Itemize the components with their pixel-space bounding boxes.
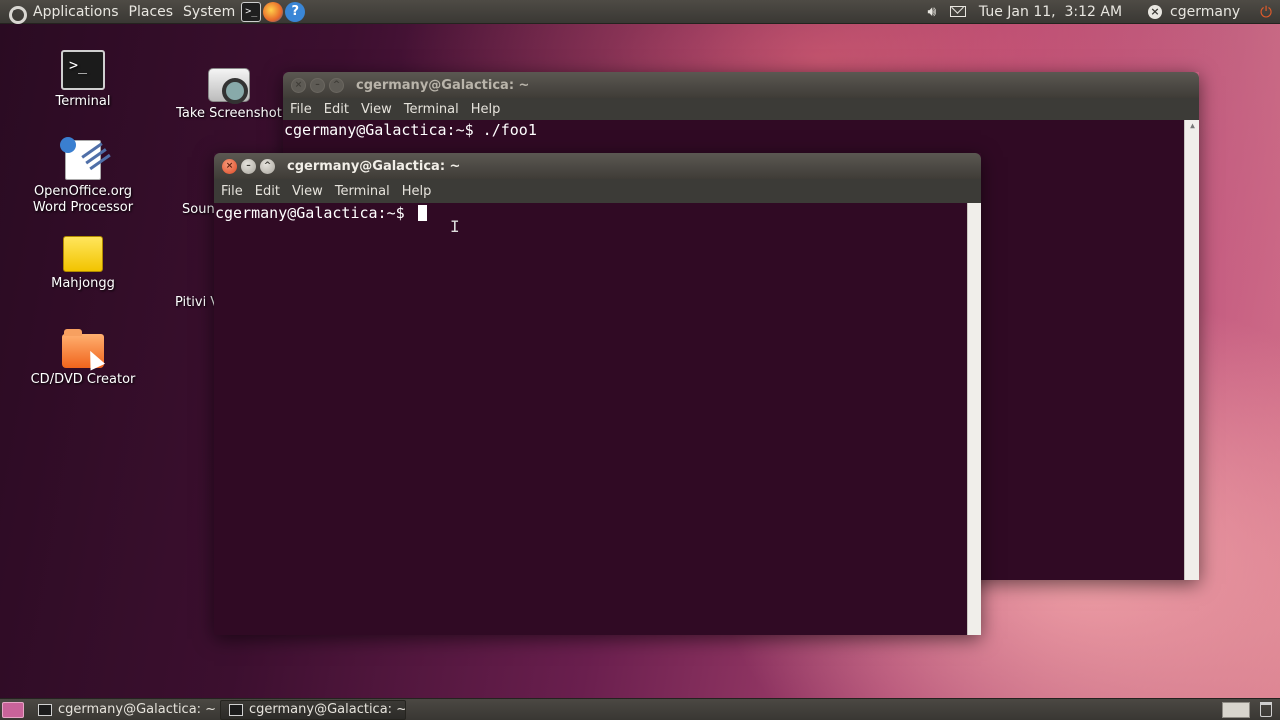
top-panel: Applications Places System >_ ? 🔊︎ Tue J… (0, 0, 1280, 24)
terminal-icon (38, 703, 52, 716)
maximize-button[interactable]: ^ (329, 77, 344, 93)
terminal-icon: >_ (61, 50, 105, 90)
mail-icon (949, 6, 966, 17)
menu-view[interactable]: View (355, 102, 398, 117)
terminal-prompt: cgermany@Galactica:~$ (215, 204, 414, 222)
window-buttons: × – ^ (291, 77, 344, 93)
taskbar-item-2[interactable]: cgermany@Galactica: ~ (220, 699, 406, 720)
terminal-window-front[interactable]: × – ^ cgermany@Galactica: ~ File Edit Vi… (214, 153, 981, 635)
desktop-icon-cd-dvd-creator[interactable]: CD/DVD Creator (18, 329, 148, 388)
terminal-output[interactable]: cgermany@Galactica:~$ I (214, 203, 981, 635)
mahjongg-icon (63, 236, 103, 272)
maximize-button[interactable]: ^ (260, 158, 275, 174)
minimize-button[interactable]: – (241, 158, 256, 174)
menu-edit[interactable]: Edit (318, 102, 355, 117)
desktop-icon-label: Mahjongg (51, 276, 115, 291)
vertical-scrollbar[interactable]: ▲ (1184, 120, 1199, 580)
system-menu[interactable]: System (178, 0, 240, 24)
desktop-icon-mahjongg[interactable]: Mahjongg (18, 236, 148, 292)
mouse-ibeam-cursor: I (450, 217, 460, 236)
applications-menu[interactable]: Applications (28, 0, 124, 24)
menu-help[interactable]: Help (396, 184, 438, 199)
window-titlebar[interactable]: × – ^ cgermany@Galactica: ~ (214, 153, 981, 179)
terminal-prompt-line: cgermany@Galactica:~$ (214, 203, 981, 224)
indicator-area: 🔊︎ Tue Jan 11, 3:12 AM × cgermany ⏻ (923, 3, 1280, 21)
menu-file[interactable]: File (215, 184, 249, 199)
terminal-icon (229, 703, 243, 716)
window-menubar: File Edit View Terminal Help (214, 179, 981, 203)
window-buttons: × – ^ (222, 158, 275, 174)
taskbar-item-1[interactable]: cgermany@Galactica: ~ (30, 700, 216, 720)
scroll-up-icon[interactable]: ▲ (1185, 120, 1199, 132)
window-title: cgermany@Galactica: ~ (356, 77, 530, 93)
terminal-line: cgermany@Galactica:~$ ./foo1 (284, 121, 537, 139)
camera-icon (208, 68, 250, 104)
show-desktop-icon[interactable] (2, 701, 24, 718)
desktop-icon-word-processor[interactable]: OpenOffice.org Word Processor (18, 137, 148, 216)
user-icon: × (1148, 4, 1163, 19)
window-titlebar[interactable]: × – ^ cgermany@Galactica: ~ (283, 72, 1199, 98)
desktop-icon-label: OpenOffice.org Word Processor (32, 184, 134, 215)
power-icon[interactable]: ⏻ (1260, 3, 1272, 21)
close-button[interactable]: × (222, 158, 237, 174)
desktop-icon-terminal[interactable]: >_ Terminal (18, 50, 148, 110)
places-menu[interactable]: Places (124, 0, 179, 24)
desktop-icon-label: Terminal (55, 94, 111, 109)
menu-file[interactable]: File (284, 102, 318, 117)
volume-icon[interactable]: 🔊︎ (923, 3, 941, 21)
firefox-launcher-icon[interactable] (263, 1, 284, 22)
bottom-panel: cgermany@Galactica: ~ cgermany@Galactica… (0, 698, 1280, 720)
desktop-icon-label: Take Screenshot (176, 106, 282, 121)
terminal-launcher-icon[interactable]: >_ (241, 1, 262, 22)
help-launcher-icon[interactable]: ? (285, 1, 306, 22)
workspace-switcher[interactable] (1222, 701, 1250, 718)
minimize-button[interactable]: – (310, 77, 325, 93)
bottom-panel-right (1222, 701, 1280, 718)
cd-creator-folder-icon (62, 329, 104, 368)
clock[interactable]: Tue Jan 11, 3:12 AM (979, 4, 1122, 20)
desktop-icon-sound-partial[interactable]: Soun (182, 202, 215, 217)
menu-edit[interactable]: Edit (249, 184, 286, 199)
word-processor-icon (60, 137, 101, 180)
window-menubar: File Edit View Terminal Help (283, 98, 1199, 120)
desktop-icon-take-screenshot[interactable]: Take Screenshot (164, 68, 294, 122)
menu-terminal[interactable]: Terminal (398, 102, 465, 117)
ubuntu-logo-icon[interactable] (6, 3, 27, 24)
mail-indicator[interactable] (949, 3, 967, 21)
taskbar-label: cgermany@Galactica: ~ (58, 702, 216, 717)
vertical-scrollbar[interactable] (967, 203, 981, 635)
window-title: cgermany@Galactica: ~ (287, 158, 461, 174)
menu-help[interactable]: Help (465, 102, 507, 117)
text-cursor (417, 205, 427, 221)
menu-terminal[interactable]: Terminal (329, 184, 396, 199)
taskbar-label: cgermany@Galactica: ~ (249, 702, 406, 717)
username-menu[interactable]: cgermany (1170, 4, 1240, 20)
desktop-icon-pitivi-partial[interactable]: Pitivi V (175, 295, 219, 310)
trash-icon[interactable] (1260, 702, 1272, 717)
close-button[interactable]: × (291, 77, 306, 93)
desktop-icon-label: CD/DVD Creator (30, 372, 136, 387)
menu-view[interactable]: View (286, 184, 329, 199)
